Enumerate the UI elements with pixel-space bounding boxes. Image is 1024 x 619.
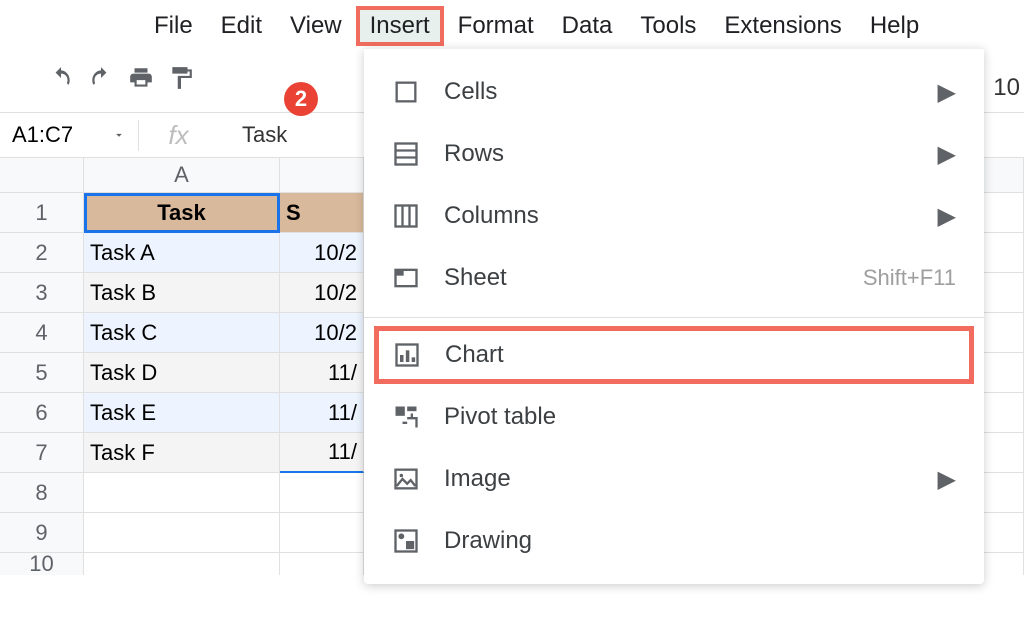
menu-item-label: Sheet — [444, 264, 507, 292]
menu-item-cells[interactable]: Cells ▶ — [364, 61, 984, 123]
name-box-value: A1:C7 — [12, 122, 73, 148]
columns-icon — [392, 202, 420, 230]
cell[interactable]: Task C — [84, 313, 280, 353]
cell-header-task[interactable]: Task — [84, 193, 280, 233]
name-box[interactable]: A1:C7 — [0, 122, 138, 148]
menu-item-sheet[interactable]: Sheet Shift+F11 — [364, 247, 984, 309]
column-header-b[interactable] — [280, 158, 364, 193]
print-icon[interactable] — [128, 65, 154, 91]
sheet-icon — [392, 264, 420, 292]
menu-help[interactable]: Help — [856, 6, 933, 46]
submenu-arrow-icon: ▶ — [938, 465, 956, 494]
row-header[interactable]: 1 — [0, 193, 84, 233]
cell[interactable] — [984, 273, 1024, 313]
cells-icon — [392, 78, 420, 106]
cell[interactable] — [984, 233, 1024, 273]
cell-header-col2[interactable]: S — [280, 193, 364, 233]
menu-item-drawing[interactable]: Drawing — [364, 510, 984, 572]
drawing-icon — [392, 527, 420, 555]
undo-icon[interactable] — [48, 65, 74, 91]
menu-separator — [364, 317, 984, 318]
paint-format-icon[interactable] — [168, 65, 194, 91]
submenu-arrow-icon: ▶ — [938, 78, 956, 107]
cell[interactable] — [984, 313, 1024, 353]
row-header[interactable]: 8 — [0, 473, 84, 513]
chart-icon — [393, 341, 421, 369]
cell[interactable]: Task A — [84, 233, 280, 273]
rows-icon — [392, 140, 420, 168]
row-header[interactable]: 10 — [0, 553, 84, 575]
formula-input[interactable]: Task — [218, 122, 287, 148]
menu-item-image[interactable]: Image ▶ — [364, 448, 984, 510]
row-header[interactable]: 5 — [0, 353, 84, 393]
insert-menu-dropdown: Cells ▶ Rows ▶ Columns ▶ Sheet Shift+F11… — [364, 48, 984, 584]
row-header[interactable]: 7 — [0, 433, 84, 473]
cell[interactable] — [280, 473, 364, 513]
select-all-corner[interactable] — [0, 158, 84, 193]
cell[interactable] — [984, 393, 1024, 433]
annotation-badge-2: 2 — [284, 82, 318, 116]
cell[interactable] — [984, 513, 1024, 553]
menubar: File Edit View Insert Format Data Tools … — [0, 0, 1024, 48]
cell[interactable]: 11/ — [280, 353, 364, 393]
menu-item-label: Columns — [444, 202, 539, 230]
cell[interactable]: 10/2 — [280, 313, 364, 353]
menu-insert[interactable]: Insert — [356, 6, 444, 46]
menu-format[interactable]: Format — [444, 6, 548, 46]
cell[interactable] — [280, 513, 364, 553]
menu-data[interactable]: Data — [548, 6, 627, 46]
submenu-arrow-icon: ▶ — [938, 202, 956, 231]
submenu-arrow-icon: ▶ — [938, 140, 956, 169]
menu-extensions[interactable]: Extensions — [710, 6, 855, 46]
menu-view[interactable]: View — [276, 6, 356, 46]
menu-edit[interactable]: Edit — [207, 6, 276, 46]
menu-file[interactable]: File — [140, 6, 207, 46]
menu-tools[interactable]: Tools — [626, 6, 710, 46]
cell[interactable] — [984, 353, 1024, 393]
cell[interactable]: 10/2 — [280, 233, 364, 273]
menu-item-label: Chart — [445, 341, 504, 369]
cell[interactable] — [984, 553, 1024, 575]
menu-item-label: Pivot table — [444, 403, 556, 431]
menu-item-chart[interactable]: Chart — [374, 326, 974, 384]
menu-item-label: Rows — [444, 140, 504, 168]
row-header[interactable]: 2 — [0, 233, 84, 273]
cell[interactable]: Task F — [84, 433, 280, 473]
menu-shortcut: Shift+F11 — [863, 265, 956, 291]
pivot-table-icon — [392, 403, 420, 431]
menu-item-label: Image — [444, 465, 511, 493]
cell[interactable]: Task E — [84, 393, 280, 433]
menu-item-label: Drawing — [444, 527, 532, 555]
cell[interactable] — [84, 553, 280, 575]
toolbar-right-value: 10 — [993, 74, 1024, 102]
cell[interactable] — [984, 433, 1024, 473]
menu-item-rows[interactable]: Rows ▶ — [364, 123, 984, 185]
row-header[interactable]: 6 — [0, 393, 84, 433]
fx-label: fx — [138, 120, 218, 151]
cell[interactable]: Task D — [84, 353, 280, 393]
caret-down-icon[interactable] — [112, 128, 126, 142]
cell[interactable] — [984, 473, 1024, 513]
cell[interactable] — [984, 193, 1024, 233]
row-header[interactable]: 4 — [0, 313, 84, 353]
cell[interactable]: 10/2 — [280, 273, 364, 313]
cell[interactable] — [84, 473, 280, 513]
cell[interactable]: 11/ — [280, 433, 364, 473]
menu-item-pivot-table[interactable]: Pivot table — [364, 386, 984, 448]
cell[interactable] — [84, 513, 280, 553]
menu-item-label: Cells — [444, 78, 497, 106]
redo-icon[interactable] — [88, 65, 114, 91]
column-header-right[interactable] — [984, 158, 1024, 193]
cell[interactable]: 11/ — [280, 393, 364, 433]
column-header-a[interactable]: A — [84, 158, 280, 193]
cell[interactable] — [280, 553, 364, 575]
row-header[interactable]: 9 — [0, 513, 84, 553]
menu-item-columns[interactable]: Columns ▶ — [364, 185, 984, 247]
row-header[interactable]: 3 — [0, 273, 84, 313]
cell[interactable]: Task B — [84, 273, 280, 313]
image-icon — [392, 465, 420, 493]
